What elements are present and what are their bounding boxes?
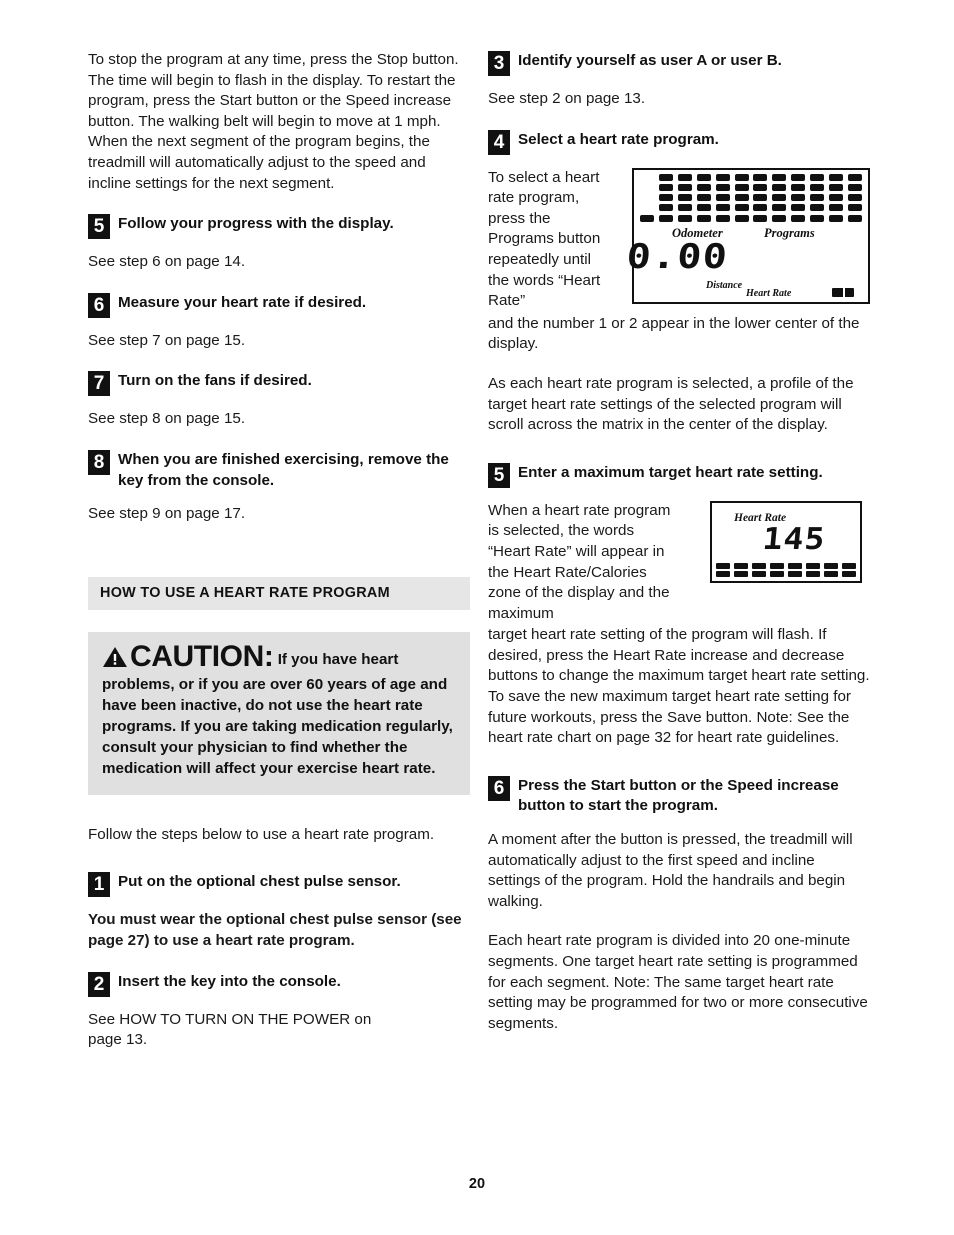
- dot-matrix-graph: [640, 173, 862, 222]
- step-body: See step 2 on page 13.: [488, 90, 646, 107]
- hr-step-2: 2 Insert the key into the console.: [88, 971, 470, 997]
- step-5-illustrated-block: Heart Rate 145 When a heart rate program…: [488, 500, 870, 625]
- step-number-badge: 2: [88, 971, 110, 997]
- step-5: 5 Follow your progress with the display.: [88, 213, 470, 240]
- caution-box: CAUTION: If you have heart problems, or …: [88, 631, 470, 795]
- distance-label: Distance: [706, 279, 743, 291]
- step-number-badge: 8: [88, 449, 110, 475]
- step-body: See step 7 on page 15.: [88, 331, 246, 349]
- caution-line: CAUTION: If you have heart problems, or …: [102, 641, 456, 779]
- bar-row: [716, 562, 856, 569]
- step-title: Enter a maximum target heart rate settin…: [518, 463, 823, 481]
- step-title: Put on the optional chest pulse sensor.: [118, 873, 401, 891]
- step-number-badge: 4: [488, 129, 510, 155]
- step-body: See step 6 on page 14.: [88, 253, 246, 271]
- step-6-right: 6 Press the Start button or the Speed in…: [488, 775, 870, 817]
- step-4-paragraph-2: As each heart rate program is selected, …: [488, 374, 854, 434]
- step-6-paragraph-2: Each heart rate program is divided into …: [488, 932, 868, 1032]
- step-title: Follow your progress with the display.: [118, 215, 394, 233]
- step-title: Insert the key into the console.: [118, 972, 341, 990]
- step-body: You must wear the optional chest pulse s…: [88, 911, 462, 949]
- step-number-badge: 1: [88, 872, 110, 898]
- step-3: 3 Identify yourself as user A or user B.: [488, 50, 870, 76]
- section-heading: HOW TO USE A HEART RATE PROGRAM: [88, 576, 470, 610]
- step-8: 8 When you are finished exercising, remo…: [88, 449, 470, 491]
- warning-triangle-icon: [102, 646, 128, 674]
- step-4-continued-text: and the number 1 or 2 appear in the lowe…: [488, 314, 860, 353]
- step-title: When you are finished exercising, remove…: [118, 450, 449, 489]
- follow-steps-intro: Follow the steps below to use a heart ra…: [88, 825, 435, 843]
- programs-label: Programs: [764, 225, 815, 240]
- step-title: Turn on the fans if desired.: [118, 372, 312, 390]
- step-5-narrow-text: When a heart rate program is selected, t…: [488, 501, 671, 622]
- heart-rate-value: 145: [760, 521, 828, 557]
- step-body: See step 8 on page 15.: [88, 410, 246, 428]
- heart-rate-label: Heart Rate: [746, 287, 792, 299]
- heart-rate-display-illustration: Heart Rate 145: [710, 500, 862, 583]
- step-body: See HOW TO TURN ON THE POWER on page 13.: [88, 1010, 372, 1049]
- step-6-paragraph-1: A moment after the button is pressed, th…: [488, 831, 853, 910]
- step-6: 6 Measure your heart rate if desired.: [88, 292, 470, 318]
- intro-paragraph: To stop the program at any time, press t…: [88, 51, 459, 192]
- step-4-narrow-text: To select a heart rate program, press th…: [488, 168, 601, 310]
- heart-rate-indicator-icon: [832, 287, 854, 297]
- step-number-badge: 7: [88, 371, 110, 397]
- step-body: See step 9 on page 17.: [88, 505, 246, 523]
- step-5-continued-text: target heart rate setting of the program…: [488, 626, 870, 747]
- step-number-badge: 6: [488, 775, 510, 801]
- manual-page: To stop the program at any time, press t…: [0, 0, 954, 1235]
- step-title: Identify yourself as user A or user B.: [518, 52, 782, 69]
- console-display-illustration: Odometer Programs 0.00 Distance Heart Ra…: [625, 167, 870, 304]
- right-column: 3 Identify yourself as user A or user B.…: [488, 50, 870, 1034]
- step-title: Measure your heart rate if desired.: [118, 293, 367, 311]
- bar-row: [716, 570, 856, 577]
- step-4-illustrated-block: Odometer Programs 0.00 Distance Heart Ra…: [488, 167, 870, 312]
- heart-rate-bar-graph: [716, 562, 856, 577]
- page-number: 20: [468, 1176, 486, 1192]
- step-title: Select a heart rate program.: [518, 130, 719, 148]
- left-column: To stop the program at any time, press t…: [88, 50, 470, 1051]
- hr-step-1: 1 Put on the optional chest pulse sensor…: [88, 871, 470, 898]
- step-number-badge: 3: [488, 51, 510, 76]
- matrix-row: [640, 194, 862, 202]
- step-number-badge: 5: [488, 462, 510, 488]
- caution-word: CAUTION:: [130, 639, 274, 673]
- step-number-badge: 5: [88, 214, 110, 240]
- step-title: Press the Start button or the Speed incr…: [518, 776, 839, 815]
- step-7: 7 Turn on the fans if desired.: [88, 370, 470, 397]
- matrix-row: [640, 214, 862, 222]
- distance-value: 0.00: [624, 236, 730, 277]
- matrix-row: [640, 183, 862, 191]
- matrix-row: [640, 204, 862, 212]
- matrix-row: [640, 173, 862, 181]
- step-5-right: 5 Enter a maximum target heart rate sett…: [488, 462, 870, 488]
- step-number-badge: 6: [88, 292, 110, 318]
- step-4: 4 Select a heart rate program.: [488, 129, 870, 155]
